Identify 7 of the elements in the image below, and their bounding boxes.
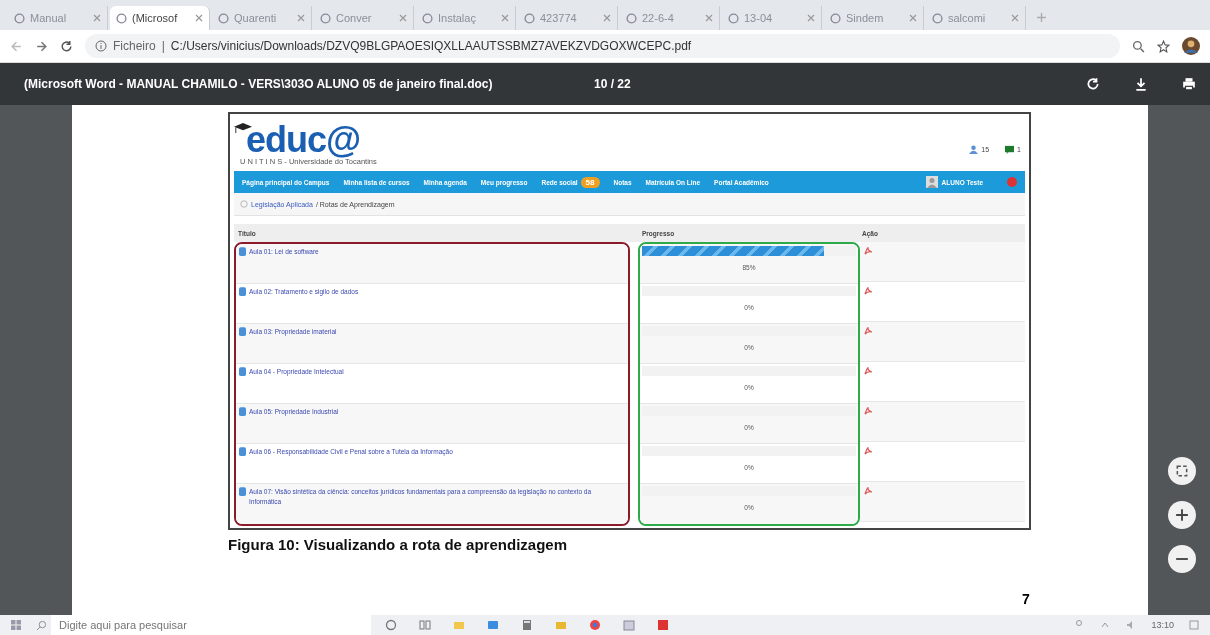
figure-caption: Figura 10: Visualizando a rota de aprendizagem	[228, 536, 567, 553]
document-title: (Microsoft Word - MANUAL CHAMILO - VERS\303O ALUNO 05 de janeiro final.doc)	[24, 77, 494, 91]
logo-text: educ@	[246, 123, 361, 157]
clock: 13:10	[1151, 620, 1174, 630]
page-number: 7	[1022, 591, 1030, 607]
page-counter: 10 / 22	[594, 77, 631, 91]
notification-count: 58	[580, 176, 600, 188]
